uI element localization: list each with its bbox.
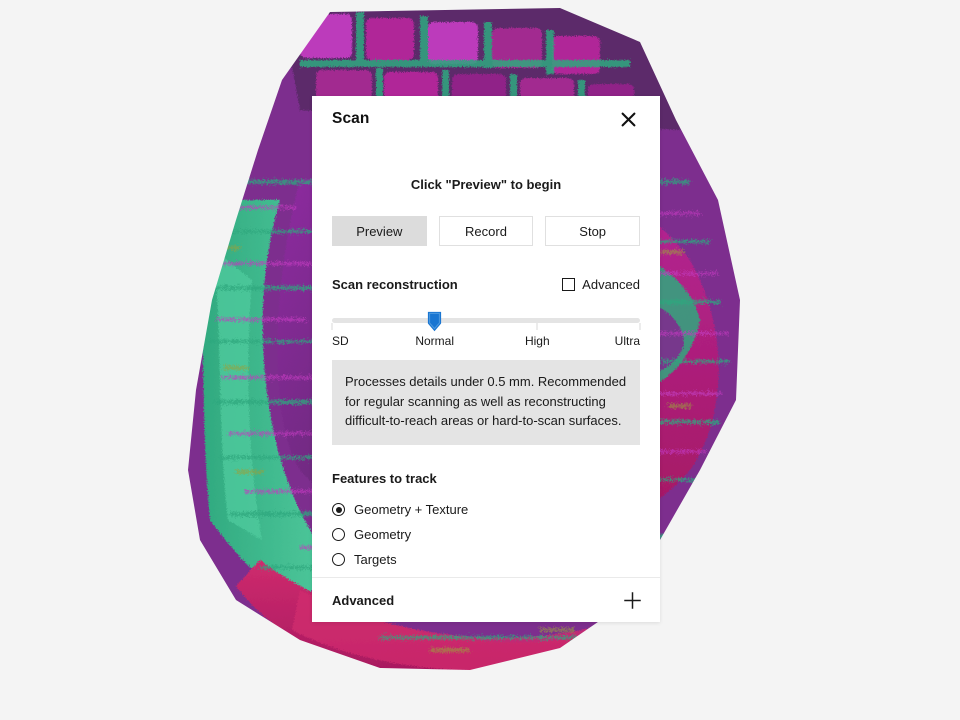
close-icon (621, 112, 635, 126)
radio-icon (332, 528, 345, 541)
panel-body: Click "Preview" to begin Preview Record … (312, 142, 660, 577)
advanced-section-title: Advanced (332, 592, 395, 608)
preview-button[interactable]: Preview (332, 216, 427, 246)
slider-label-high: High (524, 334, 550, 348)
checkbox-icon (562, 278, 576, 291)
slider-thumb[interactable] (427, 311, 442, 332)
panel-header: Scan (312, 96, 660, 142)
plus-icon (624, 591, 641, 609)
scan-panel: Scan Click "Preview" to begin Preview Re… (312, 96, 660, 622)
slider-tick-marks (331, 323, 641, 331)
scan-reconstruction-title: Scan reconstruction (332, 277, 458, 292)
advanced-checkbox-label: Advanced (582, 277, 640, 292)
features-radio-group: Geometry + Texture Geometry Targets (332, 498, 640, 572)
slider-label-ultra: Ultra (614, 334, 640, 348)
quality-description: Processes details under 0.5 mm. Recommen… (332, 360, 640, 445)
record-button[interactable]: Record (438, 216, 534, 246)
scan-reconstruction-header: Scan reconstruction Advanced (332, 277, 640, 292)
stop-button[interactable]: Stop (545, 216, 641, 246)
close-button[interactable] (615, 106, 641, 132)
slider-label-normal: Normal (415, 334, 454, 348)
instruction-text: Click "Preview" to begin (410, 177, 562, 192)
features-to-track-title: Features to track (332, 470, 437, 486)
quality-slider[interactable]: SD Normal High Ultra (331, 311, 641, 355)
radio-label: Geometry + Texture (354, 502, 469, 517)
radio-geometry-texture[interactable]: Geometry + Texture (332, 498, 640, 522)
transport-button-row: Preview Record Stop (332, 216, 641, 246)
slider-labels: SD Normal High Ultra (332, 334, 640, 352)
radio-targets[interactable]: Targets (332, 548, 640, 572)
advanced-checkbox[interactable]: Advanced (562, 277, 640, 292)
radio-geometry[interactable]: Geometry (332, 523, 640, 547)
slider-thumb-icon (428, 311, 442, 332)
radio-icon (332, 553, 345, 566)
radio-icon (332, 503, 345, 516)
radio-label: Targets (354, 552, 397, 567)
page-title: Scan (332, 110, 370, 127)
slider-label-sd: SD (332, 334, 349, 348)
radio-label: Geometry (354, 527, 412, 542)
advanced-section-toggle[interactable]: Advanced (312, 577, 660, 622)
